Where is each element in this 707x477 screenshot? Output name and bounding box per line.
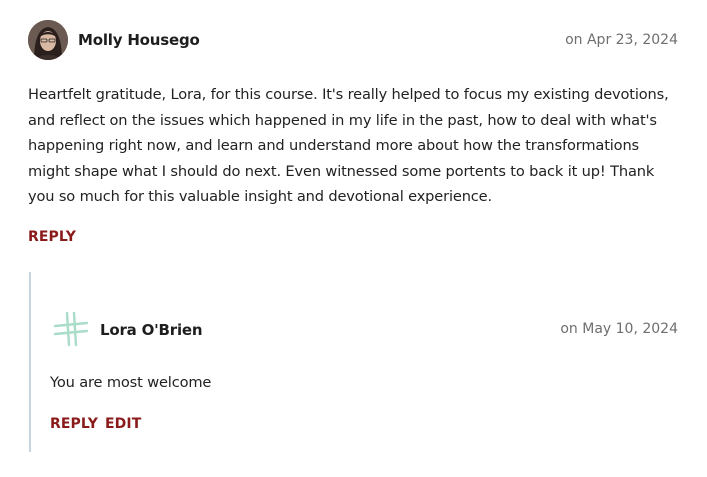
comment-line: and reflect on the issues which happened… xyxy=(28,111,657,129)
comment-body: Heartfelt gratitude, Lora, for this cour… xyxy=(28,82,688,210)
reply-reply-button[interactable]: REPLY xyxy=(50,416,98,432)
reply-body: You are most welcome xyxy=(50,374,212,391)
comment-line: happening right now, and learn and under… xyxy=(28,137,640,155)
edit-button[interactable]: EDIT xyxy=(105,416,141,432)
cross-logo-icon xyxy=(53,311,89,347)
reply-thread-line xyxy=(29,272,31,452)
comment-date: on Apr 23, 2024 xyxy=(565,32,678,48)
avatar-photo xyxy=(28,20,68,60)
comment-line: might shape what I should do next. Even … xyxy=(28,162,655,180)
reply-date: on May 10, 2024 xyxy=(560,321,678,337)
comment-line: Heartfelt gratitude, Lora, for this cour… xyxy=(28,86,669,103)
reply-author[interactable]: Lora O'Brien xyxy=(100,321,203,339)
reply-button[interactable]: REPLY xyxy=(28,229,76,245)
comment-line: you so much for this valuable insight an… xyxy=(28,188,492,206)
avatar[interactable] xyxy=(28,20,68,60)
comment-author[interactable]: Molly Housego xyxy=(78,31,200,49)
